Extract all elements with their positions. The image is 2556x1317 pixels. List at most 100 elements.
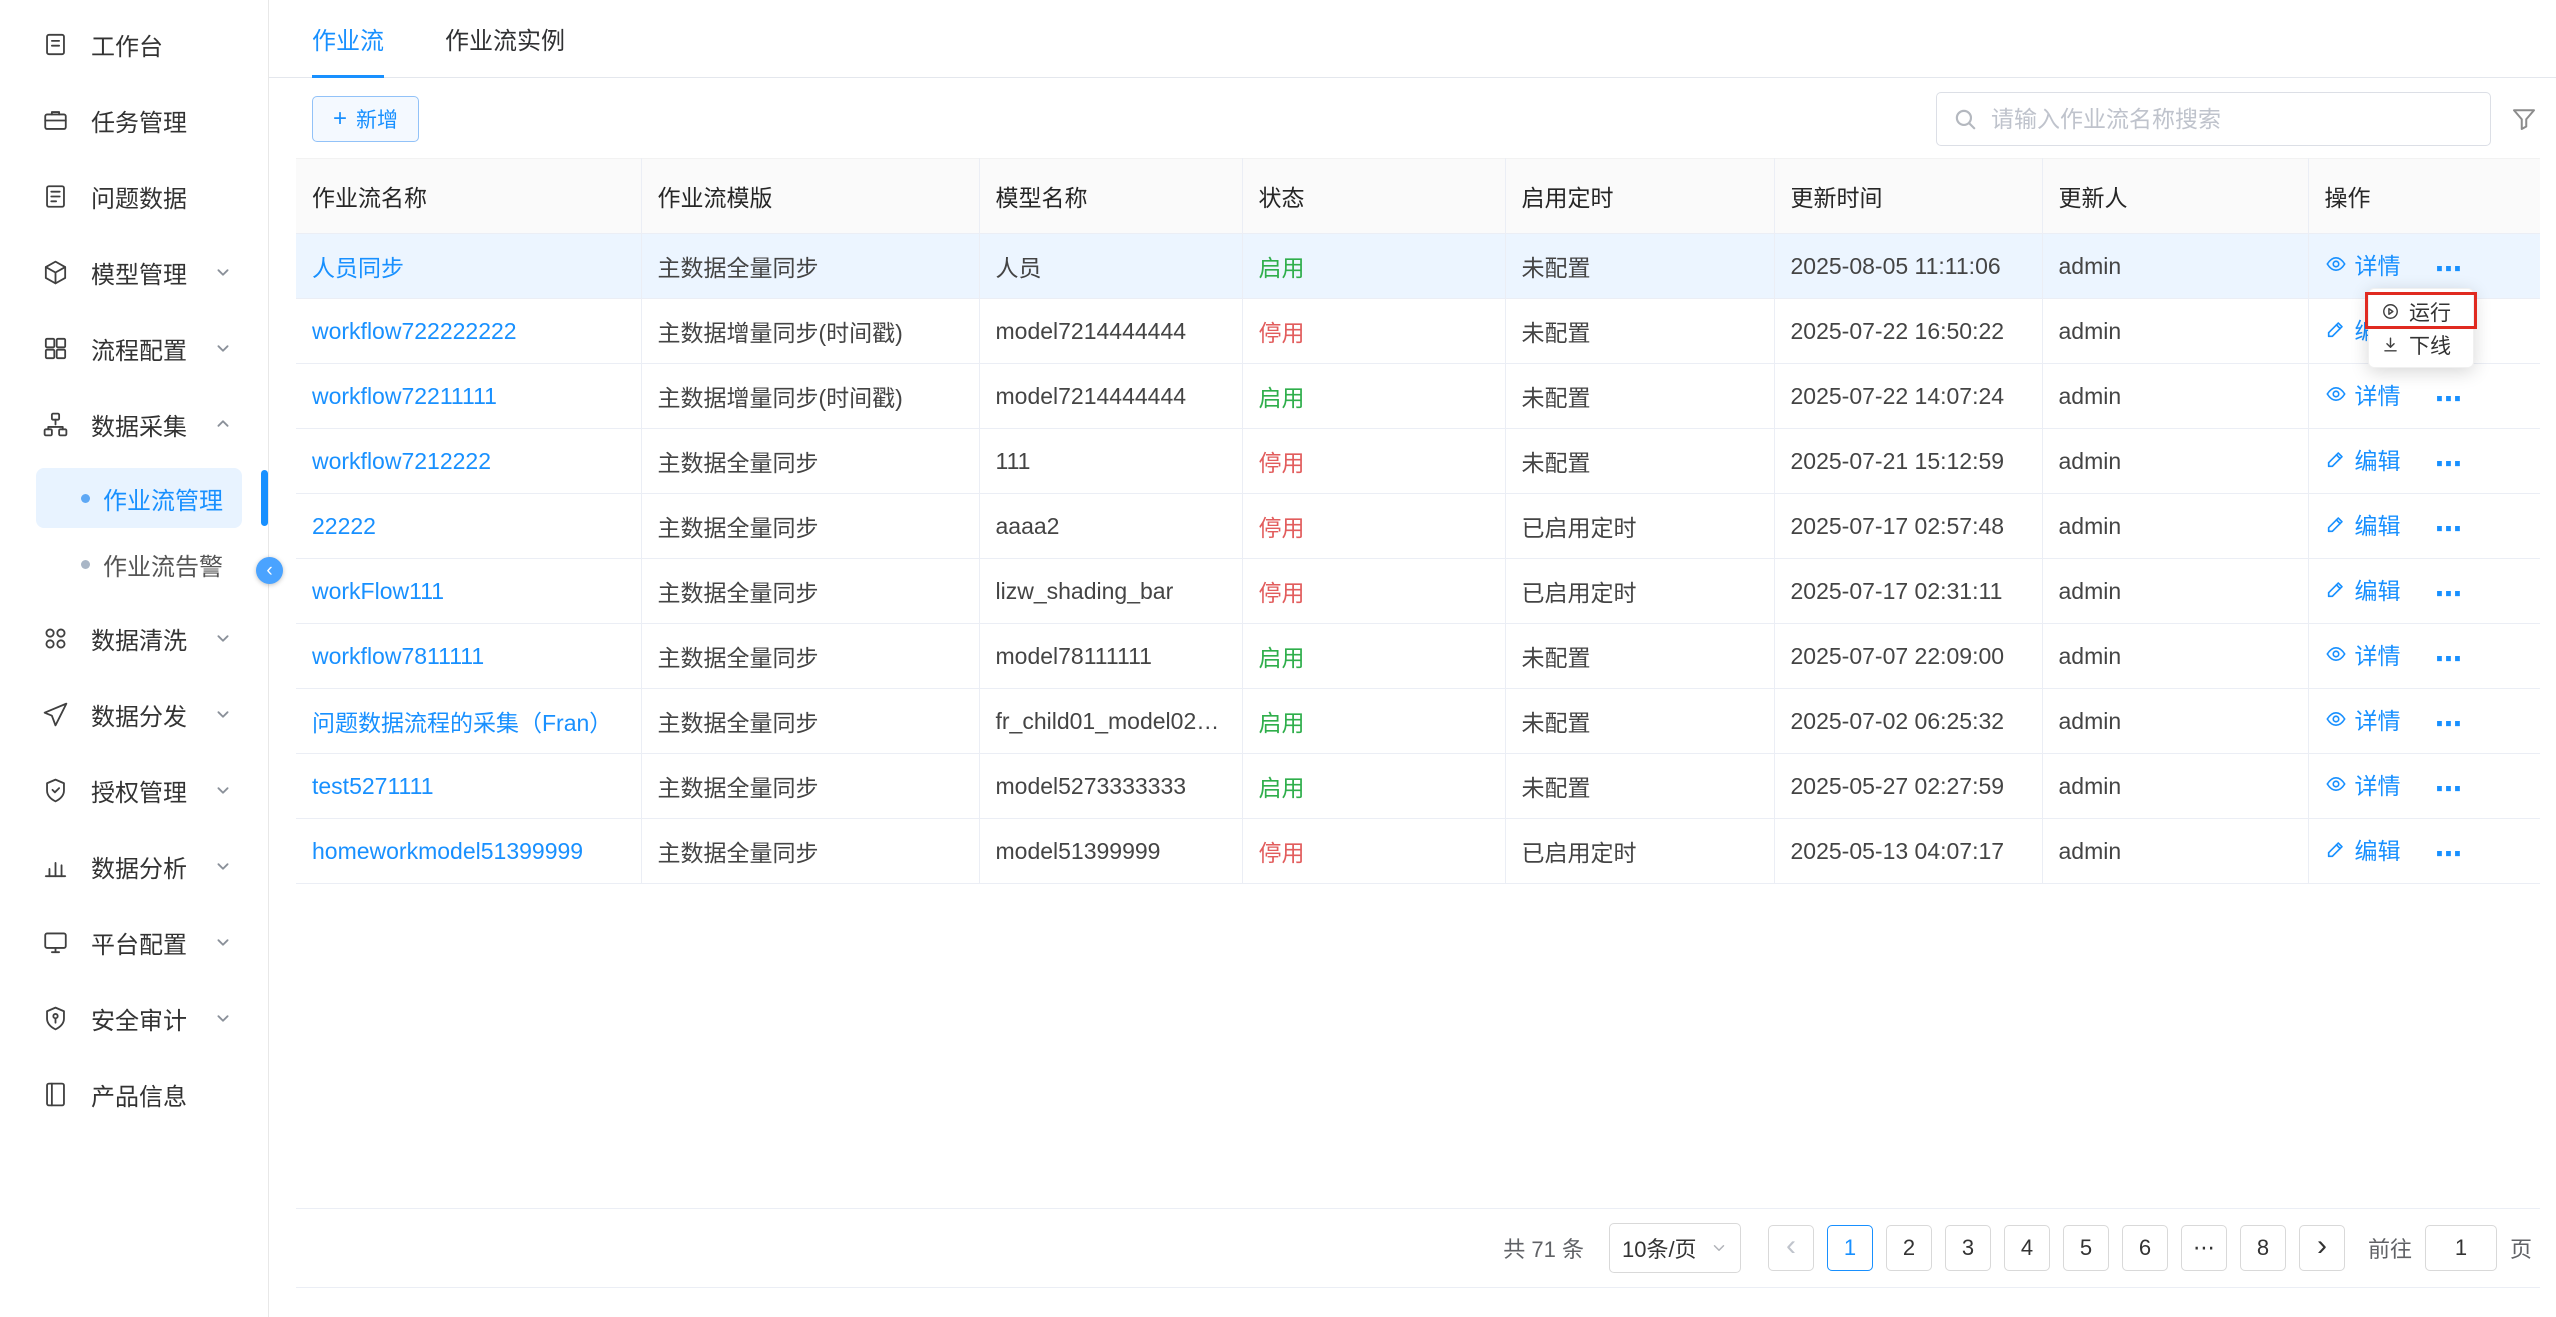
page-button-3[interactable]: 3 bbox=[1945, 1225, 1991, 1271]
row-more-button[interactable]: ⋯ bbox=[2435, 709, 2462, 739]
sidebar-item-security-audit[interactable]: 安全审计 bbox=[0, 980, 268, 1056]
cell-updated: 2025-07-22 16:50:22 bbox=[1774, 299, 2042, 364]
row-primary-action-button[interactable]: 详情 bbox=[2325, 247, 2401, 281]
workflow-name-link[interactable]: workflow7811111 bbox=[312, 643, 484, 669]
cell-updater: admin bbox=[2042, 559, 2308, 624]
sidebar-item-data-cleaning[interactable]: 数据清洗 bbox=[0, 600, 268, 676]
dropdown-item-offline[interactable]: 下线 bbox=[2369, 328, 2473, 361]
status-text: 停用 bbox=[1259, 840, 1305, 866]
column-header-status: 状态 bbox=[1242, 159, 1505, 234]
chevron-down-icon bbox=[212, 855, 234, 877]
workflow-name-link[interactable]: workFlow111 bbox=[312, 578, 444, 604]
chevron-down-icon bbox=[212, 337, 234, 359]
cell-template: 主数据全量同步 bbox=[641, 689, 979, 754]
row-primary-action-button[interactable]: 编辑 bbox=[2325, 832, 2401, 866]
sidebar-item-data-analysis[interactable]: 数据分析 bbox=[0, 828, 268, 904]
sidebar-item-task-management[interactable]: 任务管理 bbox=[0, 82, 268, 158]
cell-updated: 2025-05-13 04:07:17 bbox=[1774, 819, 2042, 884]
page-button-5[interactable]: 5 bbox=[2063, 1225, 2109, 1271]
sidebar-subitem-workflow-management[interactable]: 作业流管理 bbox=[36, 468, 242, 528]
row-primary-action-button[interactable]: 详情 bbox=[2325, 377, 2401, 411]
workflow-name-link[interactable]: workflow7212222 bbox=[312, 448, 491, 474]
dropdown-item-run[interactable]: 运行 bbox=[2369, 295, 2473, 328]
row-action-label: 编辑 bbox=[2355, 832, 2401, 866]
workflow-name-link[interactable]: test5271111 bbox=[312, 773, 434, 799]
row-action-label: 详情 bbox=[2355, 247, 2401, 281]
sidebar-item-model-management[interactable]: 模型管理 bbox=[0, 234, 268, 310]
cell-template: 主数据全量同步 bbox=[641, 754, 979, 819]
chevron-down-icon bbox=[212, 1007, 234, 1029]
table-row: workflow7212222 主数据全量同步 111 停用 未配置 2025-… bbox=[296, 429, 2540, 494]
page-button-1[interactable]: 1 bbox=[1827, 1225, 1873, 1271]
prev-page-button[interactable]: ‹ bbox=[1768, 1225, 1814, 1271]
row-primary-action-button[interactable]: 详情 bbox=[2325, 637, 2401, 671]
filter-icon[interactable] bbox=[2509, 104, 2539, 134]
sidebar-item-product-info[interactable]: 产品信息 bbox=[0, 1056, 268, 1132]
cell-template: 主数据全量同步 bbox=[641, 234, 979, 299]
tab-workflow[interactable]: 作业流 bbox=[312, 0, 384, 77]
page-size-select[interactable]: 10条/页 bbox=[1609, 1223, 1741, 1273]
row-primary-action-button[interactable]: 详情 bbox=[2325, 702, 2401, 736]
cell-template: 主数据增量同步(时间戳) bbox=[641, 364, 979, 429]
main-content: 作业流 作业流实例 + 新增 作业流名称 bbox=[269, 0, 2556, 1317]
bullet-icon bbox=[81, 494, 90, 503]
row-primary-action-button[interactable]: 编辑 bbox=[2325, 507, 2401, 541]
column-header-name: 作业流名称 bbox=[296, 159, 641, 234]
cell-workflow-name: 22222 bbox=[296, 494, 641, 559]
sidebar-item-auth-management[interactable]: 授权管理 bbox=[0, 752, 268, 828]
cell-timer: 未配置 bbox=[1505, 299, 1774, 364]
add-button[interactable]: + 新增 bbox=[312, 96, 419, 142]
eye-icon bbox=[2325, 383, 2347, 405]
row-more-button[interactable]: ⋯ bbox=[2435, 644, 2462, 674]
table-row: 人员同步 主数据全量同步 人员 启用 未配置 2025-08-05 11:11:… bbox=[296, 234, 2540, 299]
row-primary-action-button[interactable]: 详情 bbox=[2325, 767, 2401, 801]
goto-page-input[interactable] bbox=[2425, 1225, 2497, 1271]
sidebar-item-label: 平台配置 bbox=[91, 925, 187, 960]
row-more-button[interactable]: ⋯ bbox=[2435, 449, 2462, 479]
cell-workflow-name: workFlow111 bbox=[296, 559, 641, 624]
cell-timer: 未配置 bbox=[1505, 234, 1774, 299]
row-more-button[interactable]: ⋯ bbox=[2435, 774, 2462, 804]
process-icon bbox=[41, 334, 70, 363]
sidebar-item-platform-config[interactable]: 平台配置 bbox=[0, 904, 268, 980]
row-primary-action-button[interactable]: 编辑 bbox=[2325, 572, 2401, 606]
row-primary-action-button[interactable]: 编辑 bbox=[2325, 442, 2401, 476]
sidebar-collapse-button[interactable]: ‹ bbox=[256, 557, 283, 584]
next-page-button[interactable]: › bbox=[2299, 1225, 2345, 1271]
row-more-button[interactable]: ⋯ bbox=[2435, 514, 2462, 544]
row-more-button[interactable]: ⋯ bbox=[2435, 254, 2462, 284]
sidebar-item-data-collection[interactable]: 数据采集 bbox=[0, 386, 268, 462]
row-more-button[interactable]: ⋯ bbox=[2435, 579, 2462, 609]
page-button-2[interactable]: 2 bbox=[1886, 1225, 1932, 1271]
workflow-table: 作业流名称 作业流模版 模型名称 状态 启用定时 更新时间 更新人 操作 人员同… bbox=[296, 158, 2540, 884]
row-more-button[interactable]: ⋯ bbox=[2435, 839, 2462, 869]
sidebar-item-workbench[interactable]: 工作台 bbox=[0, 6, 268, 82]
sidebar-item-issue-data[interactable]: 问题数据 bbox=[0, 158, 268, 234]
table-row: 问题数据流程的采集（Fran） 主数据全量同步 fr_child01_model… bbox=[296, 689, 2540, 754]
next-icon: › bbox=[2317, 1229, 2327, 1263]
row-action-label: 编辑 bbox=[2355, 572, 2401, 606]
offline-icon bbox=[2381, 335, 2400, 354]
table-row: 22222 主数据全量同步 aaaa2 停用 已启用定时 2025-07-17 … bbox=[296, 494, 2540, 559]
row-action-label: 详情 bbox=[2355, 637, 2401, 671]
cell-workflow-name: test5271111 bbox=[296, 754, 641, 819]
search-input[interactable] bbox=[1936, 92, 2491, 146]
status-text: 启用 bbox=[1259, 255, 1305, 281]
page-button-4[interactable]: 4 bbox=[2004, 1225, 2050, 1271]
workflow-name-link[interactable]: workflow72211111 bbox=[312, 383, 497, 409]
sidebar-item-data-distribution[interactable]: 数据分发 bbox=[0, 676, 268, 752]
sidebar-item-process-config[interactable]: 流程配置 bbox=[0, 310, 268, 386]
page-button-6[interactable]: 6 bbox=[2122, 1225, 2168, 1271]
page-ellipsis-button[interactable]: ⋯ bbox=[2181, 1225, 2227, 1271]
status-text: 启用 bbox=[1259, 385, 1305, 411]
sidebar-subitem-workflow-alert[interactable]: 作业流告警 bbox=[36, 534, 242, 594]
workflow-name-link[interactable]: 人员同步 bbox=[312, 255, 404, 281]
workflow-name-link[interactable]: workflow722222222 bbox=[312, 318, 517, 344]
search-box bbox=[1936, 92, 2491, 146]
workflow-name-link[interactable]: 问题数据流程的采集（Fran） bbox=[312, 710, 612, 736]
page-button-8[interactable]: 8 bbox=[2240, 1225, 2286, 1271]
workflow-name-link[interactable]: homeworkmodel51399999 bbox=[312, 838, 583, 864]
tab-workflow-instance[interactable]: 作业流实例 bbox=[445, 0, 565, 77]
workflow-name-link[interactable]: 22222 bbox=[312, 513, 376, 539]
row-more-button[interactable]: ⋯ bbox=[2435, 384, 2462, 414]
